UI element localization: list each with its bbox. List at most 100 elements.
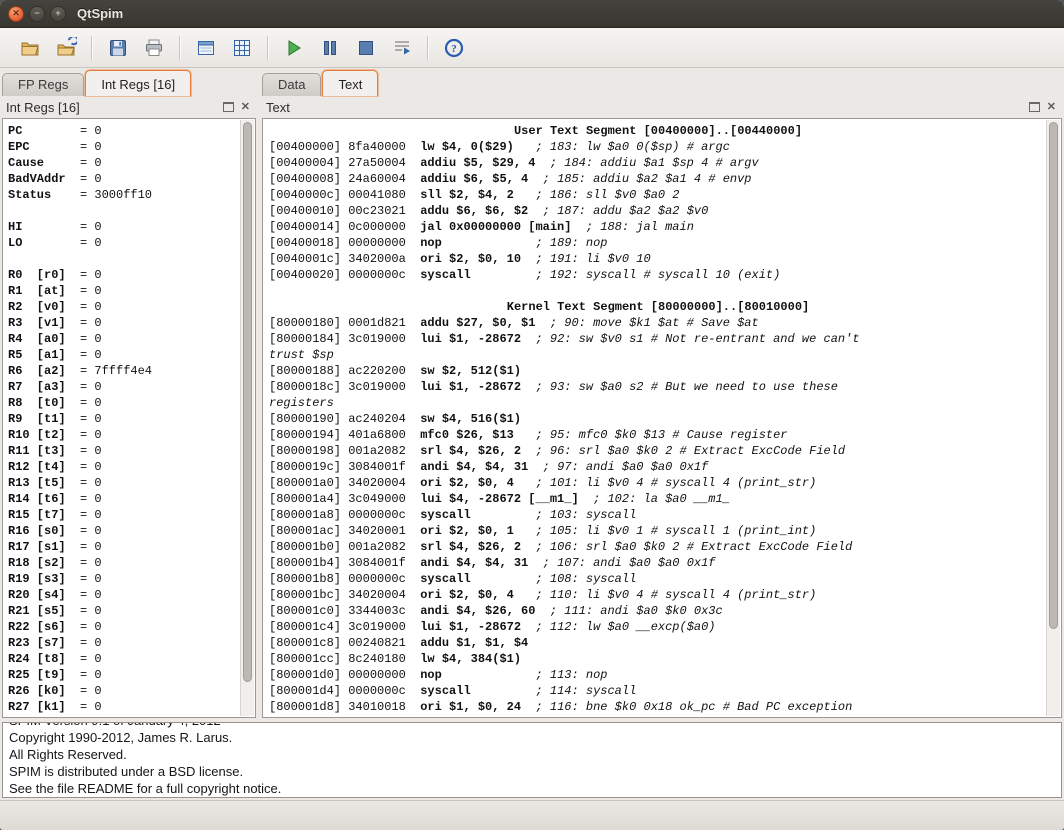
asm-comment: ; 184: addiu $a1 $sp 4 # argv: [550, 156, 759, 170]
asm-instruction-row: [800001c4] 3c019000 lui $1, -28672 ; 112…: [269, 619, 1047, 635]
asm-comment: ; 110: li $v0 4 # syscall 4 (print_str): [535, 588, 816, 602]
register-value: = 7ffff4e4: [80, 364, 152, 378]
asm-address-hex: [800001d4] 0000000c: [269, 684, 420, 698]
register-label: R18 [s2]: [8, 555, 80, 571]
registers-scrollbar[interactable]: [240, 120, 254, 716]
asm-instruction: addiu $6, $5, 4: [420, 172, 528, 186]
asm-instruction: lui $1, -28672: [420, 380, 521, 394]
asm-address-hex: [800001b0] 001a2082: [269, 540, 420, 554]
register-value: = 0: [80, 444, 102, 458]
asm-address-hex: [800001bc] 34020004: [269, 588, 420, 602]
asm-instruction: nop: [420, 236, 442, 250]
registers-panel-titlebar[interactable]: Int Regs [16] ✕: [2, 96, 256, 118]
scrollbar-thumb[interactable]: [243, 122, 252, 682]
register-label: R13 [t5]: [8, 475, 80, 491]
pause-button[interactable]: [314, 33, 346, 63]
window-close-button[interactable]: ✕: [8, 6, 24, 22]
register-label: LO: [8, 235, 80, 251]
tab-int-regs[interactable]: Int Regs [16]: [85, 70, 191, 96]
asm-comment: ; 186: sll $v0 $a0 2: [535, 188, 679, 202]
asm-instruction-row: [800001c8] 00240821 addu $1, $1, $4: [269, 635, 1047, 651]
asm-instruction: addu $6, $6, $2: [420, 204, 528, 218]
asm-address-hex: [0040001c] 3402000a: [269, 252, 420, 266]
asm-instruction: addu $27, $0, $1: [420, 316, 535, 330]
asm-instruction: lui $1, -28672: [420, 332, 521, 346]
register-row: R16 [s0]= 0: [8, 523, 241, 539]
window-minimize-button[interactable]: −: [29, 6, 45, 22]
asm-instruction: nop: [420, 668, 442, 682]
asm-continuation-row: trust $sp: [269, 347, 1047, 363]
asm-instruction-row: [800001c0] 3344003c andi $4, $26, 60 ; 1…: [269, 603, 1047, 619]
asm-instruction: sw $4, 516($1): [420, 412, 521, 426]
open-file-icon: [19, 37, 41, 59]
asm-comment: ; 105: li $v0 1 # syscall 1 (print_int): [535, 524, 816, 538]
asm-instruction: syscall: [420, 684, 470, 698]
asm-comment: ; 107: andi $a0 $a0 0x1f: [543, 556, 716, 570]
register-value: = 0: [80, 476, 102, 490]
tab-text[interactable]: Text: [322, 70, 378, 96]
console-line: Copyright 1990-2012, James R. Larus.: [9, 729, 1055, 746]
register-row: R4 [a0]= 0: [8, 331, 241, 347]
titlebar[interactable]: ✕ − + QtSpim: [0, 0, 1064, 28]
asm-instruction: lui $1, -28672: [420, 620, 521, 634]
float-panel-icon[interactable]: [1029, 102, 1040, 112]
segment-header: Kernel Text Segment [80000000]..[8001000…: [269, 299, 1047, 315]
asm-address-hex: [800001c4] 3c019000: [269, 620, 420, 634]
asm-instruction-row: [00400018] 00000000 nop ; 189: nop: [269, 235, 1047, 251]
close-panel-icon[interactable]: ✕: [241, 102, 250, 113]
display-registers-button[interactable]: [190, 33, 222, 63]
tab-data[interactable]: Data: [262, 73, 321, 96]
print-button[interactable]: [138, 33, 170, 63]
register-label: R22 [s6]: [8, 619, 80, 635]
text-panel-titlebar[interactable]: Text ✕: [262, 96, 1062, 118]
help-button[interactable]: ?: [438, 33, 470, 63]
close-panel-icon[interactable]: ✕: [1047, 102, 1056, 113]
asm-instruction: ori $2, $0, 4: [420, 476, 514, 490]
register-label: R1 [at]: [8, 283, 80, 299]
asm-instruction-row: [00400010] 00c23021 addu $6, $6, $2 ; 18…: [269, 203, 1047, 219]
asm-address-hex: [800001b8] 0000000c: [269, 572, 420, 586]
register-row: R13 [t5]= 0: [8, 475, 241, 491]
maximize-icon: +: [55, 9, 60, 18]
svg-text:?: ?: [451, 43, 457, 55]
blank-row: [269, 283, 1047, 299]
register-value: = 0: [80, 124, 102, 138]
run-button[interactable]: [278, 33, 310, 63]
register-label: BadVAddr: [8, 171, 80, 187]
register-label: R6 [a2]: [8, 363, 80, 379]
save-log-button[interactable]: [102, 33, 134, 63]
window-maximize-button[interactable]: +: [50, 6, 66, 22]
open-file-button[interactable]: [14, 33, 46, 63]
reinitialize-and-load-button[interactable]: [50, 33, 82, 63]
asm-comment: ; 103: syscall: [535, 508, 636, 522]
asm-comment: ; 188: jal main: [586, 220, 694, 234]
tab-bar: FP Regs Int Regs [16] Data Text: [0, 68, 1064, 96]
register-row: R10 [t2]= 0: [8, 427, 241, 443]
stop-button[interactable]: [350, 33, 382, 63]
text-scrollbar[interactable]: [1046, 120, 1060, 716]
asm-instruction-row: [800001d8] 34010018 ori $1, $0, 24 ; 116…: [269, 699, 1047, 715]
display-memory-button[interactable]: [226, 33, 258, 63]
asm-address-hex: [8000019c] 3084001f: [269, 460, 420, 474]
asm-comment: ; 92: sw $v0 s1 # Not re-entrant and we …: [535, 332, 859, 346]
register-label: R7 [a3]: [8, 379, 80, 395]
asm-instruction: andi $4, $4, 31: [420, 556, 528, 570]
asm-address-hex: [800001a8] 0000000c: [269, 508, 420, 522]
asm-instruction-row: [800001a4] 3c049000 lui $4, -28672 [__m1…: [269, 491, 1047, 507]
asm-instruction: sw $2, 512($1): [420, 364, 521, 378]
register-row: Cause= 0: [8, 155, 241, 171]
asm-address-hex: [80000198] 001a2082: [269, 444, 420, 458]
asm-address-hex: [800001b4] 3084001f: [269, 556, 420, 570]
asm-instruction-row: [800001b8] 0000000c syscall ; 108: sysca…: [269, 571, 1047, 587]
scrollbar-thumb[interactable]: [1049, 122, 1058, 629]
tab-fp-regs[interactable]: FP Regs: [2, 73, 84, 96]
register-label: R16 [s0]: [8, 523, 80, 539]
register-row: R8 [t0]= 0: [8, 395, 241, 411]
float-panel-icon[interactable]: [223, 102, 234, 112]
single-step-button[interactable]: [386, 33, 418, 63]
asm-comment: ; 111: andi $a0 $k0 0x3c: [550, 604, 723, 618]
register-value: = 0: [80, 332, 102, 346]
asm-address-hex: [00400004] 27a50004: [269, 156, 420, 170]
segment-header: User Text Segment [00400000]..[00440000]: [269, 123, 1047, 139]
text-panel-body: User Text Segment [00400000]..[00440000]…: [262, 118, 1062, 718]
